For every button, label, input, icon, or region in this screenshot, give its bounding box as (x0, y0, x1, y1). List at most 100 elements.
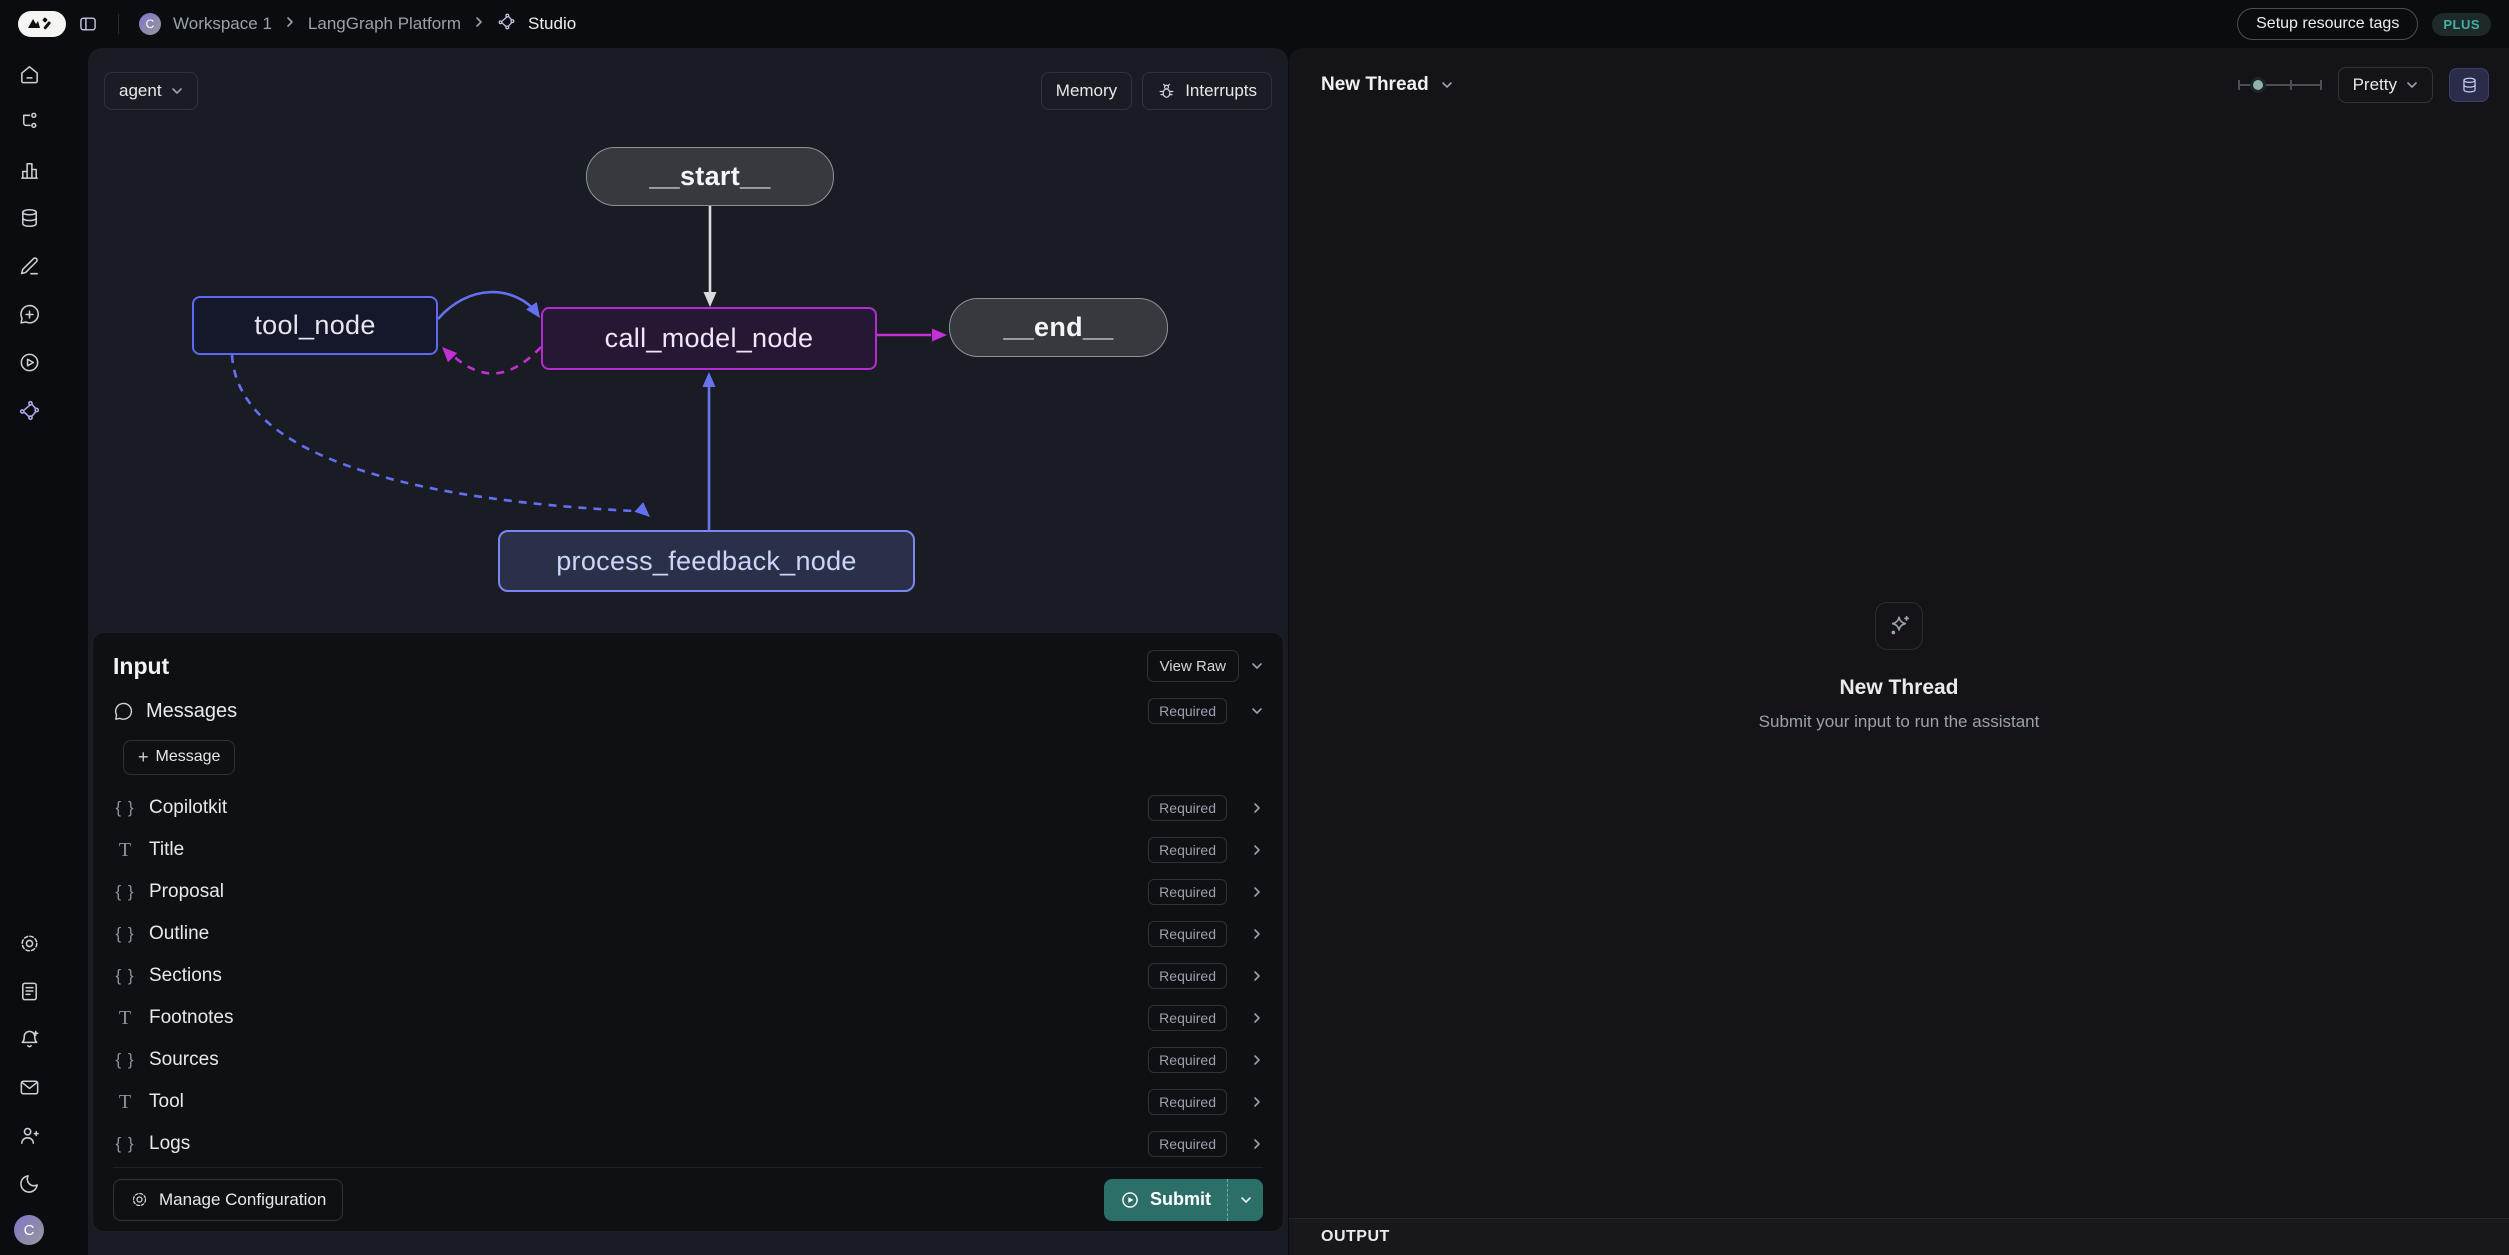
collapse-input-chevron-icon[interactable] (1251, 660, 1263, 672)
field-row-footnotes[interactable]: Footnotes Required (113, 997, 1263, 1039)
annotation-icon (18, 255, 41, 278)
messages-row[interactable]: Messages Required (113, 689, 1263, 733)
chevron-right-icon[interactable] (1251, 928, 1263, 940)
arrowhead (437, 342, 457, 362)
field-row-copilotkit[interactable]: Copilotkit Required (113, 787, 1263, 829)
sidebar-item-monitoring[interactable] (0, 146, 58, 194)
output-section-header[interactable]: OUTPUT (1289, 1218, 2509, 1255)
sidebar-toggle-icon[interactable] (78, 14, 98, 34)
thread-selector-label: New Thread (1321, 74, 1429, 96)
add-message-label: Message (156, 748, 221, 766)
manage-configuration-button[interactable]: Manage Configuration (113, 1179, 343, 1221)
sidebar-item-playground[interactable] (0, 338, 58, 386)
graph-node-start[interactable]: __start__ (586, 147, 834, 206)
graph-panel: agent Memory Interrupts (88, 48, 1288, 1255)
breadcrumb-page[interactable]: Studio (528, 14, 576, 34)
sidebar-item-annotation[interactable] (0, 242, 58, 290)
submit-label: Submit (1150, 1189, 1211, 1210)
user-avatar[interactable]: C (14, 1215, 44, 1245)
sidebar-item-tracing[interactable] (0, 98, 58, 146)
output-label: OUTPUT (1321, 1228, 1390, 1246)
sparkles-icon-box (1875, 602, 1923, 650)
langsmith-studio-app: C Workspace 1 LangGraph Platform Studio … (0, 0, 2509, 1255)
render-mode-label: Pretty (2353, 75, 2397, 95)
input-footer: Manage Configuration Submit (113, 1167, 1263, 1231)
submit-dropdown-button[interactable] (1227, 1179, 1263, 1221)
field-row-title[interactable]: Title Required (113, 829, 1263, 871)
arrowhead (932, 329, 947, 342)
sidebar-item-invite-user[interactable] (0, 1111, 58, 1159)
empty-state-title: New Thread (1289, 676, 2509, 700)
type-icon (113, 1091, 137, 1114)
field-row-outline[interactable]: Outline Required (113, 913, 1263, 955)
sidebar-item-mail[interactable] (0, 1063, 58, 1111)
chevron-right-icon[interactable] (1251, 970, 1263, 982)
state-view-button[interactable] (2449, 68, 2489, 102)
add-message-button[interactable]: + Message (123, 740, 235, 775)
home-icon (18, 63, 41, 86)
assistant-selector[interactable]: agent (104, 72, 198, 110)
langsmith-logo[interactable] (18, 11, 66, 37)
sidebar-item-home[interactable] (0, 50, 58, 98)
chevron-right-icon[interactable] (1251, 802, 1263, 814)
zoom-slider[interactable] (2238, 75, 2322, 95)
chevron-right-icon[interactable] (1251, 1096, 1263, 1108)
required-badge: Required (1148, 1047, 1227, 1073)
chevron-right-icon[interactable] (1251, 886, 1263, 898)
graph-node-end[interactable]: __end__ (949, 298, 1168, 357)
thread-selector[interactable]: New Thread (1321, 74, 1453, 96)
type-icon (113, 1007, 137, 1030)
docs-icon (18, 980, 41, 1003)
chevron-right-icon[interactable] (1251, 1012, 1263, 1024)
breadcrumb: C Workspace 1 LangGraph Platform Studio (18, 11, 576, 37)
slider-tick (2238, 80, 2240, 90)
slider-knob[interactable] (2250, 77, 2266, 93)
breadcrumb-project[interactable]: LangGraph Platform (308, 14, 461, 34)
braces-icon (113, 924, 137, 944)
field-row-sections[interactable]: Sections Required (113, 955, 1263, 997)
submit-button[interactable]: Submit (1104, 1179, 1227, 1221)
field-label: Sections (149, 965, 1136, 987)
sidebar-item-prompts[interactable] (0, 290, 58, 338)
chevron-right-icon[interactable] (1251, 1138, 1263, 1150)
braces-icon (113, 882, 137, 902)
thread-empty-state: New Thread Submit your input to run the … (1289, 602, 2509, 732)
add-message-row: + Message (113, 733, 1263, 781)
manage-configuration-label: Manage Configuration (159, 1190, 326, 1210)
sidebar-item-docs[interactable] (0, 967, 58, 1015)
field-row-logs[interactable]: Logs Required (113, 1123, 1263, 1165)
graph-node-process-feedback-node[interactable]: process_feedback_node (498, 530, 915, 592)
interrupts-button[interactable]: Interrupts (1142, 72, 1272, 110)
chevron-right-icon[interactable] (1251, 1054, 1263, 1066)
breadcrumb-workspace[interactable]: Workspace 1 (173, 14, 272, 34)
field-row-sources[interactable]: Sources Required (113, 1039, 1263, 1081)
database-icon (2460, 76, 2479, 95)
chevron-right-icon[interactable] (1251, 844, 1263, 856)
chevron-down-icon (2406, 79, 2418, 91)
field-row-proposal[interactable]: Proposal Required (113, 871, 1263, 913)
sidebar-item-settings[interactable] (0, 919, 58, 967)
sidebar-item-dark-mode[interactable] (0, 1159, 58, 1207)
view-raw-button[interactable]: View Raw (1147, 650, 1239, 682)
memory-button[interactable]: Memory (1041, 72, 1132, 110)
chevron-down-icon[interactable] (1251, 705, 1263, 717)
graph-node-call-model-node[interactable]: call_model_node (541, 307, 877, 370)
studio-graph-icon (497, 12, 516, 36)
required-badge: Required (1148, 1089, 1227, 1115)
field-label: Title (149, 839, 1136, 861)
setup-resource-tags-button[interactable]: Setup resource tags (2237, 8, 2418, 40)
sidebar-item-notifications[interactable] (0, 1015, 58, 1063)
required-badge: Required (1148, 698, 1227, 724)
sidebar-item-deployments[interactable] (0, 386, 58, 434)
field-row-tool[interactable]: Tool Required (113, 1081, 1263, 1123)
sidebar-item-datasets[interactable] (0, 194, 58, 242)
braces-icon (113, 1134, 137, 1154)
field-label: Footnotes (149, 1007, 1136, 1029)
workspace-avatar[interactable]: C (139, 13, 161, 35)
graph-node-tool-node[interactable]: tool_node (192, 296, 438, 355)
mail-icon (18, 1076, 41, 1099)
braces-icon (113, 966, 137, 986)
render-mode-selector[interactable]: Pretty (2338, 67, 2433, 103)
chevron-down-icon (1441, 79, 1453, 91)
chevron-down-icon (1240, 1194, 1252, 1206)
